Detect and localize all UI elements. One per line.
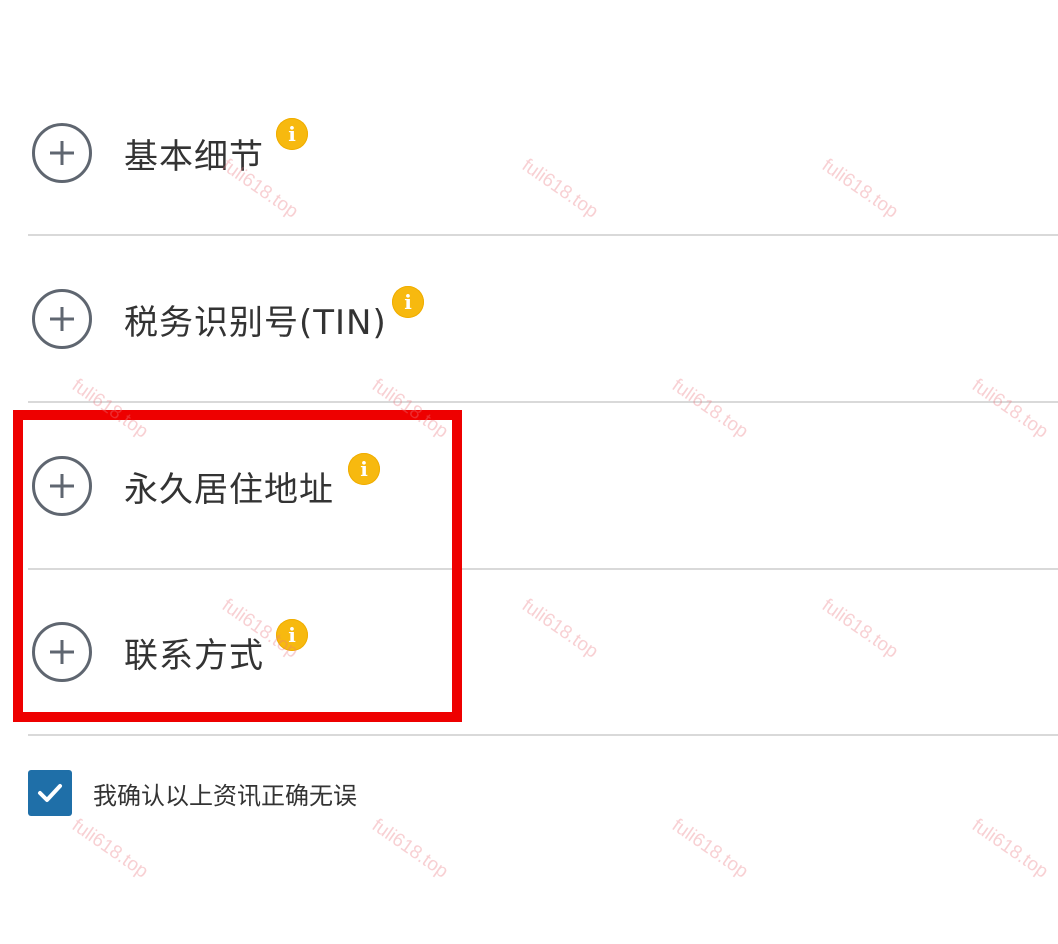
watermark: fuli618.top <box>367 815 452 883</box>
watermark: fuli618.top <box>967 815 1052 883</box>
page: 基本细节 i 税务识别号(TIN) i 永久居住地址 i 联系方式 i 我确认以… <box>0 0 1058 944</box>
section-tin[interactable]: 税务识别号(TIN) i <box>28 236 1058 402</box>
expand-plus-icon[interactable] <box>32 123 92 183</box>
confirm-row[interactable]: 我确认以上资讯正确无误 <box>28 770 357 816</box>
section-permanent-address[interactable]: 永久居住地址 i <box>28 403 1058 569</box>
confirm-label[interactable]: 我确认以上资讯正确无误 <box>93 776 357 811</box>
section-title[interactable]: 永久居住地址 <box>124 462 334 511</box>
section-contact[interactable]: 联系方式 i <box>28 569 1058 735</box>
expand-plus-icon[interactable] <box>32 622 92 682</box>
info-icon[interactable]: i <box>348 453 380 485</box>
section-title[interactable]: 税务识别号(TIN) <box>124 295 387 344</box>
watermark: fuli618.top <box>667 815 752 883</box>
expand-plus-icon[interactable] <box>32 456 92 516</box>
watermark: fuli618.top <box>67 815 152 883</box>
info-icon[interactable]: i <box>276 118 308 150</box>
section-basic-details[interactable]: 基本细节 i <box>28 70 1058 236</box>
confirm-checkbox[interactable] <box>28 770 72 816</box>
section-title[interactable]: 联系方式 <box>124 628 264 677</box>
info-icon[interactable]: i <box>392 286 424 318</box>
divider <box>28 734 1058 736</box>
expand-plus-icon[interactable] <box>32 289 92 349</box>
checkmark-icon <box>38 784 62 802</box>
